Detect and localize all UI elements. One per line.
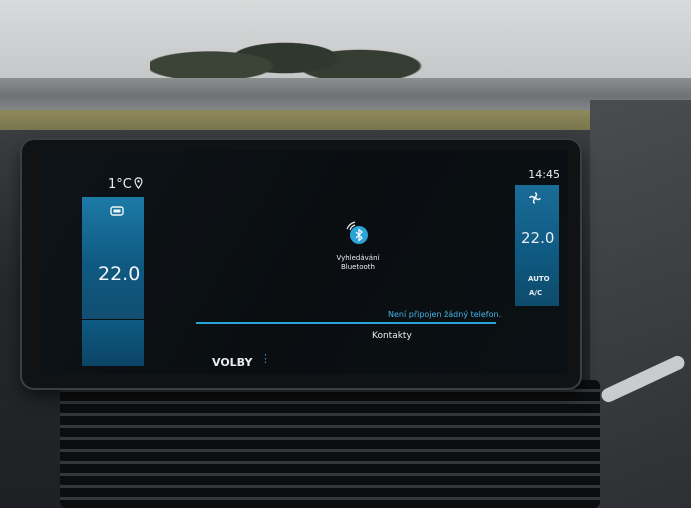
infotainment-screen: 1°C 14:45 22.0 22.0 AUTO A/C Vyhledávání… bbox=[40, 150, 568, 374]
outside-temperature: 1°C bbox=[108, 177, 132, 192]
contacts-tab[interactable]: Kontakty bbox=[372, 331, 412, 341]
left-climate-panel[interactable]: 22.0 bbox=[82, 197, 144, 319]
right-temperature[interactable]: 22.0 bbox=[521, 229, 554, 247]
auto-button[interactable]: AUTO bbox=[528, 275, 550, 283]
dashboard-right-panel bbox=[590, 100, 691, 508]
fan-icon bbox=[529, 192, 541, 204]
more-vertical-icon[interactable]: ⋮ bbox=[260, 352, 271, 365]
options-button[interactable]: VOLBY bbox=[212, 356, 252, 369]
location-pin-icon bbox=[134, 177, 143, 189]
left-climate-lower[interactable] bbox=[82, 320, 144, 366]
left-temperature[interactable]: 22.0 bbox=[98, 263, 140, 285]
right-climate-panel[interactable]: 22.0 AUTO A/C bbox=[515, 185, 559, 306]
air-vent bbox=[60, 380, 600, 508]
car-interior-scene: 1°C 14:45 22.0 22.0 AUTO A/C Vyhledávání… bbox=[0, 0, 691, 508]
bluetooth-title-line1: Vyhledávání bbox=[336, 254, 380, 262]
guard-rail bbox=[0, 78, 691, 114]
bluetooth-search-icon[interactable] bbox=[344, 220, 370, 246]
ac-button[interactable]: A/C bbox=[529, 289, 542, 297]
accent-divider bbox=[196, 322, 496, 324]
seat-heat-icon bbox=[110, 206, 124, 216]
clock: 14:45 bbox=[528, 168, 560, 181]
connection-status: Není připojen žádný telefon. bbox=[388, 310, 502, 319]
bluetooth-title-line2: Bluetooth bbox=[341, 263, 375, 271]
